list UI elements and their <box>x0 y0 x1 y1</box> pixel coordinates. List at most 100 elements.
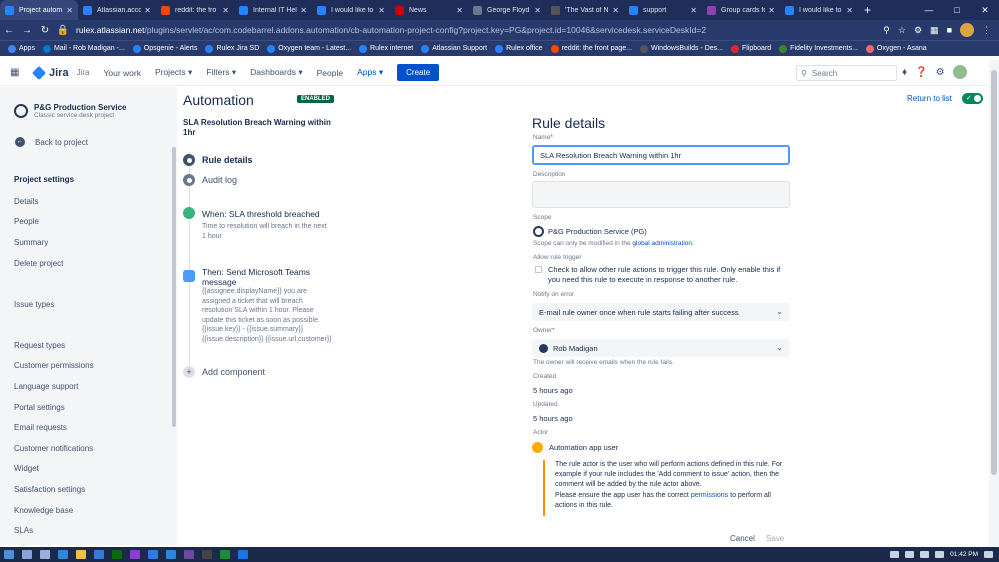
bookmark-item[interactable]: Oxygen team - Latest... <box>263 44 355 53</box>
sidebar-item[interactable]: Language support <box>14 382 79 391</box>
excel-icon[interactable] <box>220 550 230 559</box>
tray-icon[interactable] <box>905 551 915 558</box>
notify-select[interactable]: E-mail rule owner once when rule starts … <box>532 303 790 321</box>
bookmark-item[interactable]: Rulex office <box>491 44 546 53</box>
browser-tab[interactable]: I would like to ✕ <box>780 0 858 20</box>
trigger-title[interactable]: When: SLA threshold breached <box>202 209 332 219</box>
new-tab-icon[interactable]: + <box>858 0 877 20</box>
task-view-icon[interactable] <box>40 550 50 559</box>
notification-icon[interactable]: ♦ <box>902 67 907 78</box>
browser-tab[interactable]: Group cards fo ✕ <box>702 0 780 20</box>
help-icon[interactable]: ❓ <box>915 67 927 78</box>
maximize-icon[interactable]: □ <box>943 0 971 20</box>
return-to-list-link[interactable]: Return to list <box>907 94 952 103</box>
bookmark-item[interactable]: Atlassian Support <box>417 44 491 53</box>
nav-dashboards[interactable]: Dashboards ▾ <box>250 67 303 78</box>
close-icon[interactable]: ✕ <box>971 0 999 20</box>
back-to-project-link[interactable]: ← Back to project <box>15 137 88 147</box>
star-icon[interactable]: ☆ <box>898 25 906 36</box>
sidebar-scrollbar-thumb[interactable] <box>172 147 176 427</box>
main-scrollbar[interactable] <box>989 60 999 547</box>
tray-icon[interactable] <box>890 551 900 558</box>
bookmark-item[interactable]: Mail - Rob Madigan -... <box>39 44 129 53</box>
cancel-button[interactable]: Cancel <box>730 534 755 543</box>
sidebar-item[interactable]: Knowledge base <box>14 506 73 515</box>
extension-icon[interactable]: ⚙ <box>914 25 922 36</box>
nav-your-work[interactable]: Your work <box>103 68 140 78</box>
bookmark-item[interactable]: Oxygen - Asana <box>862 44 931 53</box>
volume-icon[interactable] <box>935 551 945 558</box>
action-title[interactable]: Then: Send Microsoft Teams message <box>202 267 332 287</box>
tab-close-icon[interactable]: ✕ <box>534 6 541 15</box>
bookmark-item[interactable]: WindowsBuilds - Des... <box>636 44 727 53</box>
browser-tab[interactable]: News ✕ <box>390 0 468 20</box>
tab-close-icon[interactable]: ✕ <box>846 6 853 15</box>
sidebar-item[interactable]: Email requests <box>14 423 67 432</box>
tab-close-icon[interactable]: ✕ <box>690 6 697 15</box>
bookmark-item[interactable]: Apps <box>4 44 39 53</box>
settings-icon[interactable]: ⚙ <box>936 67 945 78</box>
back-arrow-icon[interactable]: ← <box>0 25 18 36</box>
browser-tab[interactable]: I would like to ✕ <box>312 0 390 20</box>
url-field[interactable]: rulex.atlassian.net/plugins/servlet/ac/c… <box>76 25 883 35</box>
create-button[interactable]: Create <box>397 64 440 81</box>
search-input[interactable]: ⚲ Search <box>796 65 897 81</box>
tab-rule-details[interactable]: Rule details <box>183 154 253 166</box>
sidebar-item[interactable]: People <box>14 217 39 226</box>
menu-icon[interactable]: ⋮ <box>982 25 991 36</box>
profile-avatar-icon[interactable] <box>960 23 974 37</box>
browser-tab[interactable]: George Floyd ✕ <box>468 0 546 20</box>
nav-apps[interactable]: Apps ▾ <box>357 67 383 78</box>
main-scrollbar-thumb[interactable] <box>991 70 997 475</box>
edge-icon[interactable] <box>58 550 68 559</box>
sidebar-item[interactable]: SLAs <box>14 526 33 535</box>
tab-close-icon[interactable]: ✕ <box>66 6 73 15</box>
browser-tab[interactable]: Project autom ✕ <box>0 0 78 20</box>
zoom-icon[interactable]: ⚲ <box>883 25 890 36</box>
sidebar-item[interactable]: Customer notifications <box>14 444 93 453</box>
chrome-icon[interactable] <box>112 550 122 559</box>
add-component-button[interactable]: + Add component <box>183 366 265 378</box>
bookmark-item[interactable]: Opsgenie - Alerts <box>129 44 202 53</box>
start-icon[interactable] <box>4 550 14 559</box>
tab-close-icon[interactable]: ✕ <box>144 6 151 15</box>
owner-select[interactable]: Rob Madigan ⌄ <box>532 339 790 357</box>
teams-icon[interactable] <box>130 550 140 559</box>
tab-close-icon[interactable]: ✕ <box>300 6 307 15</box>
nav-projects[interactable]: Projects ▾ <box>155 67 192 78</box>
outlook-icon[interactable] <box>148 550 158 559</box>
sidebar-item[interactable]: Details <box>14 197 38 206</box>
sidebar-item[interactable]: Summary <box>14 238 48 247</box>
app-icon[interactable] <box>238 550 248 559</box>
browser-tab[interactable]: 'The Vast of N ✕ <box>546 0 624 20</box>
rule-enabled-toggle[interactable]: ✓ <box>962 93 983 104</box>
browser-tab[interactable]: Atlassian.acco ✕ <box>78 0 156 20</box>
search-icon[interactable] <box>22 550 32 559</box>
bookmark-item[interactable]: Flipboard <box>727 44 775 53</box>
description-field[interactable] <box>532 181 790 208</box>
extension-icon[interactable]: ▦ <box>930 25 939 36</box>
sidebar-item[interactable]: Request types <box>14 341 65 350</box>
allow-trigger-checkbox[interactable] <box>535 266 542 273</box>
user-avatar[interactable] <box>952 65 967 79</box>
sidebar-scrollbar[interactable] <box>171 87 177 545</box>
tab-close-icon[interactable]: ✕ <box>612 6 619 15</box>
nav-people[interactable]: People <box>317 68 343 78</box>
app-switcher-icon[interactable]: ▦ <box>10 67 30 78</box>
save-button[interactable]: Save <box>766 534 784 543</box>
sidebar-item[interactable]: Customer permissions <box>14 361 94 370</box>
tab-close-icon[interactable]: ✕ <box>768 6 775 15</box>
extension-icon[interactable]: ■ <box>947 25 952 35</box>
word-icon[interactable] <box>166 550 176 559</box>
global-admin-link[interactable]: global administration. <box>632 240 693 247</box>
file-explorer-icon[interactable] <box>76 550 86 559</box>
bookmark-item[interactable]: reddit: the front page... <box>547 44 636 53</box>
sidebar-item[interactable]: Widget <box>14 464 39 473</box>
permissions-link[interactable]: permissions <box>691 492 728 499</box>
clock[interactable]: 01:42 PM <box>950 551 978 558</box>
tab-close-icon[interactable]: ✕ <box>456 6 463 15</box>
sidebar-item[interactable]: Satisfaction settings <box>14 485 85 494</box>
tab-close-icon[interactable]: ✕ <box>378 6 385 15</box>
browser-tab[interactable]: Internal IT Hel ✕ <box>234 0 312 20</box>
rule-name-input[interactable]: SLA Resolution Breach Warning within 1hr <box>532 145 790 165</box>
